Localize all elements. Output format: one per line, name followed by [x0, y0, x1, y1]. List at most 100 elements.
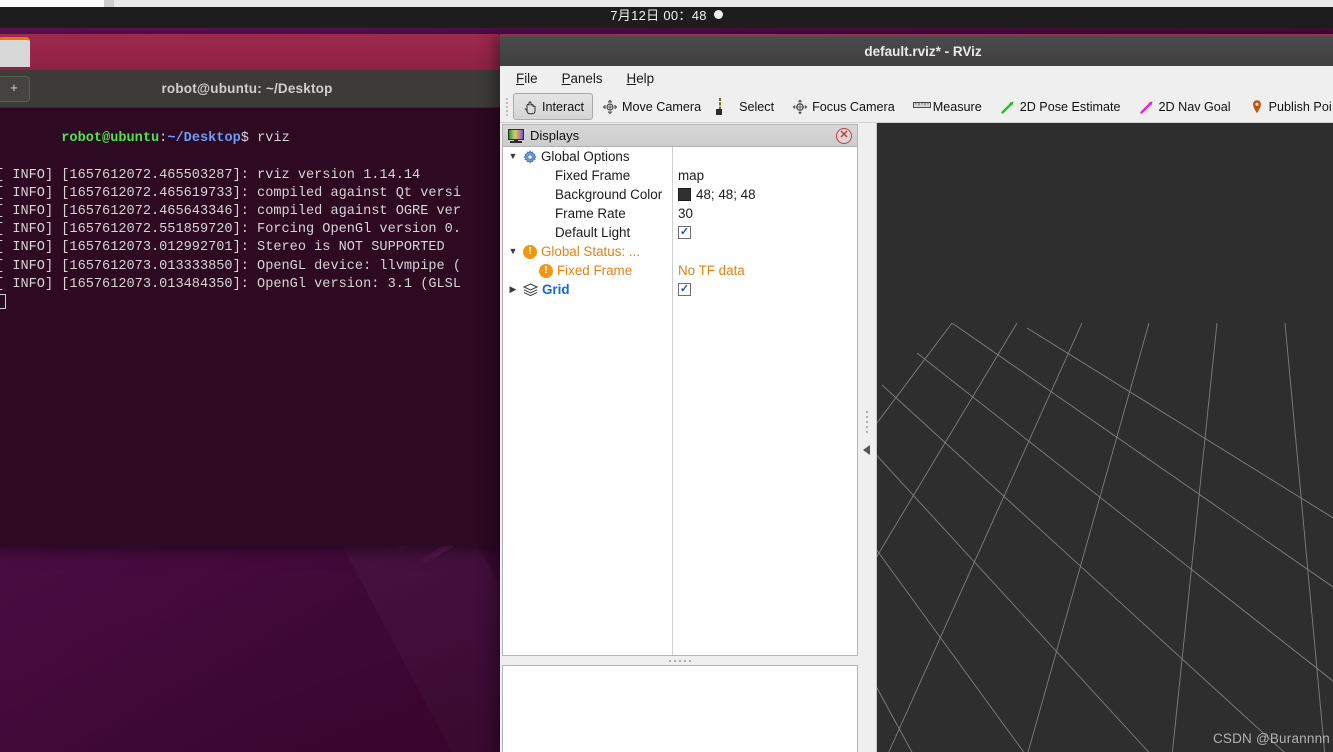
- toolbar-button-move-camera[interactable]: Move Camera: [593, 93, 710, 120]
- displays-panel-title: Displays: [530, 128, 580, 143]
- horizontal-splitter[interactable]: [502, 656, 858, 665]
- tree-row-value: 48; 48; 48: [696, 187, 756, 202]
- terminal-titlebar[interactable]: [0, 34, 502, 70]
- menu-item-file[interactable]: File: [513, 70, 541, 87]
- rviz-main-area: Displays ✕ ▼ Global Options Fixed Frame map…: [500, 123, 1333, 752]
- toolbar-button-2d-nav-goal[interactable]: 2D Nav Goal: [1130, 93, 1240, 120]
- tree-twisty-icon[interactable]: ▼: [507, 247, 519, 256]
- displays-tree-row[interactable]: Default Light ✓: [503, 223, 857, 242]
- tree-row-value-cell[interactable]: map: [672, 168, 857, 183]
- displays-tree-row[interactable]: ! Fixed Frame No TF data: [503, 261, 857, 280]
- monitor-icon: [508, 128, 524, 143]
- displays-property-tree[interactable]: ▼ Global Options Fixed Frame map Background …: [503, 147, 857, 655]
- tree-column-separator[interactable]: [672, 147, 673, 655]
- tree-row-label: Grid: [542, 282, 570, 297]
- toolbar-button-label: 2D Nav Goal: [1158, 99, 1231, 114]
- toolbar-button-focus-camera[interactable]: Focus Camera: [783, 93, 904, 120]
- terminal-log-line: [ INFO] [1657612072.465503287]: rviz ver…: [0, 167, 421, 183]
- terminal-tab-chip[interactable]: [0, 37, 30, 67]
- tree-row-value: 30: [678, 206, 693, 221]
- layers-icon: [522, 283, 539, 297]
- displays-tree-row[interactable]: Background Color 48; 48; 48: [503, 185, 857, 204]
- select-rectangle-icon: [719, 97, 735, 115]
- tree-row-label: Background Color: [555, 187, 663, 202]
- terminal-cursor-line: [0, 294, 502, 313]
- close-circle-icon[interactable]: ✕: [836, 127, 852, 144]
- terminal-log-line: [ INFO] [1657612073.013333850]: OpenGL d…: [0, 258, 461, 274]
- top-white-strip-right: [114, 0, 1333, 7]
- displays-tree-row[interactable]: ▼ Global Options: [503, 147, 857, 166]
- warning-icon: !: [539, 263, 553, 278]
- tree-row-name-cell[interactable]: ! Fixed Frame: [503, 263, 672, 278]
- terminal-log-line: [ INFO] [1657612072.551859720]: Forcing …: [0, 222, 461, 238]
- prompt-command: rviz: [257, 131, 290, 147]
- menu-item-panels[interactable]: Panels: [559, 70, 606, 87]
- tree-row-value-cell[interactable]: 48; 48; 48: [672, 187, 857, 202]
- rviz-titlebar[interactable]: default.rviz* - RViz: [500, 34, 1333, 66]
- tree-row-value-cell[interactable]: 30: [672, 206, 857, 221]
- text-cursor: [0, 294, 6, 310]
- toolbar-button-select[interactable]: Select: [710, 93, 783, 120]
- terminal-prompt-line: robot@ubuntu:~/Desktop$ rviz: [0, 112, 502, 167]
- toolbar-button-measure[interactable]: Measure: [904, 93, 991, 120]
- tree-row-value-cell[interactable]: No TF data: [672, 263, 857, 278]
- displays-tree-row[interactable]: Frame Rate 30: [503, 204, 857, 223]
- clock-label: 7月12日 00：48: [610, 7, 707, 23]
- menu-item-help[interactable]: Help: [624, 70, 658, 87]
- tree-row-name-cell[interactable]: ▼! Global Status: ...: [503, 244, 672, 259]
- tree-row-value: map: [678, 168, 705, 183]
- move-camera-icon: [602, 99, 618, 115]
- gear-icon: [523, 149, 537, 164]
- tree-twisty-icon[interactable]: ▼: [507, 152, 519, 161]
- toolbar-button-label: Publish Poi: [1268, 99, 1332, 114]
- terminal-log-lines: [ INFO] [1657612072.465503287]: rviz ver…: [0, 167, 502, 294]
- tree-row-value-cell[interactable]: ✓: [672, 283, 857, 296]
- toolbar-button-interact[interactable]: Interact: [513, 93, 593, 120]
- terminal-window[interactable]: + robot@ubuntu: ~/Desktop robot@ubuntu:~…: [0, 34, 502, 546]
- checkbox-checked-icon[interactable]: ✓: [678, 283, 691, 296]
- splitter-grip-dots: [866, 411, 868, 433]
- vertical-splitter[interactable]: [858, 123, 876, 752]
- warning-icon: !: [523, 244, 537, 259]
- terminal-window-title: robot@ubuntu: ~/Desktop: [161, 81, 333, 96]
- displays-tree-row[interactable]: Fixed Frame map: [503, 166, 857, 185]
- tree-row-name-cell[interactable]: Frame Rate: [503, 206, 672, 221]
- terminal-output[interactable]: robot@ubuntu:~/Desktop$ rviz [ INFO] [16…: [0, 108, 502, 546]
- tree-row-name-cell[interactable]: Fixed Frame: [503, 168, 672, 183]
- new-tab-button[interactable]: +: [0, 75, 30, 102]
- terminal-log-line: [ INFO] [1657612072.465619733]: compiled…: [0, 185, 461, 201]
- displays-tree-row[interactable]: ▶ Grid ✓: [503, 280, 857, 299]
- tree-row-name-cell[interactable]: ▼ Global Options: [503, 149, 672, 164]
- terminal-log-line: [ INFO] [1657612073.013484350]: OpenGl v…: [0, 276, 461, 292]
- checkbox-checked-icon[interactable]: ✓: [678, 226, 691, 239]
- csdn-watermark: CSDN @Burannnn: [1212, 731, 1330, 746]
- toolbar-button-label: Measure: [932, 99, 982, 114]
- circle-indicator-icon: [713, 9, 723, 19]
- tree-row-name-cell[interactable]: Background Color: [503, 187, 672, 202]
- hand-pointer-icon: [522, 99, 538, 115]
- toolbar-grip-handle[interactable]: [502, 96, 511, 118]
- tree-row-value-cell[interactable]: ✓: [672, 226, 857, 239]
- tree-row-name-cell[interactable]: Default Light: [503, 225, 672, 240]
- displays-panel: Displays ✕ ▼ Global Options Fixed Frame map…: [502, 124, 858, 656]
- tree-row-name-cell[interactable]: ▶ Grid: [503, 282, 672, 297]
- color-swatch[interactable]: [678, 188, 691, 201]
- rviz-3d-viewport[interactable]: CSDN @Burannnn: [876, 123, 1333, 752]
- system-clock[interactable]: 7月12日 00：48: [610, 5, 723, 24]
- collapse-left-arrow-icon[interactable]: [863, 445, 870, 455]
- tree-row-label: Global Options: [541, 149, 630, 164]
- magenta-arrow-icon: [1139, 99, 1155, 115]
- bottom-empty-panel[interactable]: [502, 665, 858, 752]
- toolbar-button-label: Select: [739, 99, 775, 114]
- focus-camera-icon: [792, 98, 808, 115]
- rviz-window[interactable]: default.rviz* - RViz File Panels Help Inte…: [500, 34, 1333, 752]
- toolbar-button-publish-poi[interactable]: Publish Poi: [1240, 93, 1333, 120]
- rviz-window-title: default.rviz* - RViz: [864, 43, 982, 59]
- terminal-toolbar: + robot@ubuntu: ~/Desktop: [0, 70, 502, 108]
- tree-twisty-icon[interactable]: ▶: [507, 285, 519, 294]
- toolbar-button-2d-pose-estimate[interactable]: 2D Pose Estimate: [991, 93, 1130, 120]
- tree-row-label: Default Light: [555, 225, 631, 240]
- toolbar-button-label: Focus Camera: [812, 99, 895, 114]
- green-arrow-icon: [1000, 99, 1016, 115]
- displays-tree-row[interactable]: ▼! Global Status: ...: [503, 242, 857, 261]
